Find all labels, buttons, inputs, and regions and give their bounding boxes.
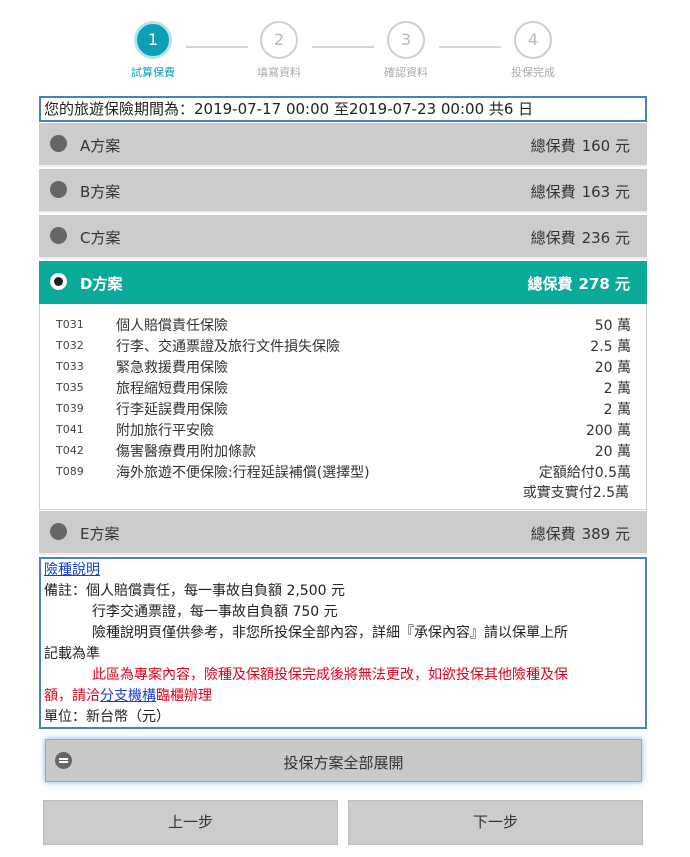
- radio-button[interactable]: [50, 523, 67, 540]
- coverage-row: T033 緊急救援費用保險 20 萬: [40, 357, 648, 378]
- total-label: 總保費: [530, 525, 576, 543]
- coverage-row: T089 海外旅遊不便保險:行程延誤補償(選擇型) 定額給付0.5萬: [40, 462, 648, 483]
- coverage-amount: 定額給付0.5萬: [538, 465, 631, 481]
- step-3-circle: 3: [387, 21, 425, 59]
- coverage-amount: 50 萬: [594, 318, 631, 334]
- step-connector: [312, 46, 374, 48]
- coverage-code: T031: [56, 318, 84, 331]
- coverage-code: T041: [56, 423, 84, 436]
- plan-total: 總保費 163 元: [525, 181, 630, 202]
- plan-c-row[interactable]: C方案 總保費 236 元: [39, 215, 647, 259]
- coverage-code: T039: [56, 402, 84, 415]
- radio-button[interactable]: [50, 227, 67, 244]
- coverage-row: T039 行李延誤費用保險 2 萬: [40, 399, 648, 420]
- coverage-row: T042 傷害醫療費用附加條款 20 萬: [40, 441, 648, 462]
- step-2-label: 填寫資料: [257, 66, 301, 79]
- insurance-period: 您的旅遊保險期間為：2019-07-17 00:00 至2019-07-23 0…: [39, 96, 647, 122]
- coverage-amount: 20 萬: [594, 444, 631, 460]
- note-warning-text: 臨櫃辦理: [156, 688, 212, 704]
- notes-box: 險種說明 備註：個人賠償責任，每一事故自負額 2,500 元 行李交通票證，每一…: [39, 557, 647, 729]
- plan-a-row[interactable]: A方案 總保費 160 元: [39, 123, 647, 167]
- progress-stepper: 1 2 3 4 試算保費 填寫資料 確認資料 投保完成: [0, 0, 690, 90]
- plan-name: B方案: [80, 183, 121, 201]
- coverage-amount: 2 萬: [603, 402, 631, 418]
- coverage-amount: 20 萬: [594, 360, 631, 376]
- total-label: 總保費: [530, 137, 576, 155]
- plan-b-row[interactable]: B方案 總保費 163 元: [39, 169, 647, 213]
- radio-button[interactable]: [50, 135, 67, 152]
- coverage-name: 旅程縮短費用保險: [116, 381, 228, 397]
- radio-button-selected[interactable]: [50, 273, 67, 290]
- coverage-code: T033: [56, 360, 84, 373]
- plan-name: C方案: [80, 229, 121, 247]
- note-line: 記載為準: [44, 646, 100, 662]
- plan-name: A方案: [80, 137, 121, 155]
- insurance-explanation-link[interactable]: 險種說明: [44, 562, 100, 578]
- coverage-name: 行李、交通票證及旅行文件損失保險: [116, 339, 340, 355]
- coverage-name: 傷害醫療費用附加條款: [116, 444, 256, 460]
- plan-name: E方案: [80, 525, 120, 543]
- note-line: 險種說明頁僅供參考，非您所投保全部內容，詳細『承保內容』請以保單上所: [92, 625, 568, 641]
- note-warning: 此區為專案內容，險種及保額投保完成後將無法更改，如欲投保其他險種及保: [92, 667, 568, 683]
- step-4-circle: 4: [514, 21, 552, 59]
- total-value: 160 元: [581, 137, 630, 155]
- coverage-row: T041 附加旅行平安險 200 萬: [40, 420, 648, 441]
- note-line: 備註：個人賠償責任，每一事故自負額 2,500 元: [44, 583, 345, 599]
- plan-e-row[interactable]: E方案 總保費 389 元: [39, 511, 647, 555]
- note-warning-text: 額，請洽: [44, 688, 100, 704]
- coverage-code: T032: [56, 339, 84, 352]
- plan-total: 總保費 236 元: [525, 227, 630, 248]
- step-3-label: 確認資料: [384, 66, 428, 79]
- total-value: 389 元: [581, 525, 630, 543]
- note-warning-cont: 額，請洽分支機構臨櫃辦理: [44, 686, 642, 707]
- note-line: 行李交通票證，每一事故自負額 750 元: [92, 604, 338, 620]
- coverage-name: 附加旅行平安險: [116, 423, 214, 439]
- coverage-amount-extra: 或實支實付2.5萬: [522, 485, 629, 501]
- coverage-row: T035 旅程縮短費用保險 2 萬: [40, 378, 648, 399]
- expand-all-label: 投保方案全部展開: [283, 754, 404, 772]
- plan-total: 總保費 160 元: [525, 135, 630, 156]
- radio-button[interactable]: [50, 181, 67, 198]
- coverage-row: T031 個人賠償責任保險 50 萬: [40, 315, 648, 336]
- step-1-label: 試算保費: [131, 66, 175, 79]
- coverage-code: T042: [56, 444, 84, 457]
- coverage-name: 海外旅遊不便保險:行程延誤補償(選擇型): [116, 465, 370, 481]
- coverage-amount: 200 萬: [585, 423, 631, 439]
- expand-all-button[interactable]: 投保方案全部展開: [45, 739, 642, 782]
- total-value: 163 元: [581, 183, 630, 201]
- branch-link[interactable]: 分支機構: [100, 688, 156, 704]
- coverage-amount: 2 萬: [603, 381, 631, 397]
- plan-name: D方案: [80, 275, 123, 293]
- coverage-amount: 2.5 萬: [590, 339, 631, 355]
- prev-step-button[interactable]: 上一步: [43, 800, 338, 845]
- unit-note: 單位：新台幣（元）: [44, 709, 170, 725]
- step-1-circle: 1: [134, 21, 172, 59]
- coverage-name: 個人賠償責任保險: [116, 318, 228, 334]
- plan-total: 總保費 389 元: [525, 523, 630, 544]
- total-value: 278 元: [578, 275, 630, 293]
- coverage-code: T089: [56, 465, 84, 478]
- step-connector: [186, 46, 248, 48]
- total-label: 總保費: [530, 183, 576, 201]
- step-2-circle: 2: [260, 21, 298, 59]
- total-value: 236 元: [581, 229, 630, 247]
- coverage-row: T032 行李、交通票證及旅行文件損失保險 2.5 萬: [40, 336, 648, 357]
- step-4-label: 投保完成: [511, 66, 555, 79]
- plan-d-row[interactable]: D方案 總保費 278 元: [39, 261, 647, 304]
- step-connector: [439, 46, 501, 48]
- coverage-detail: T031 個人賠償責任保險 50 萬 T032 行李、交通票證及旅行文件損失保險…: [39, 304, 647, 510]
- next-step-button[interactable]: 下一步: [348, 800, 643, 845]
- coverage-name: 行李延誤費用保險: [116, 402, 228, 418]
- total-label: 總保費: [527, 275, 573, 293]
- plan-total: 總保費 278 元: [521, 273, 630, 294]
- total-label: 總保費: [530, 229, 576, 247]
- coverage-code: T035: [56, 381, 84, 394]
- coverage-name: 緊急救援費用保險: [116, 360, 228, 376]
